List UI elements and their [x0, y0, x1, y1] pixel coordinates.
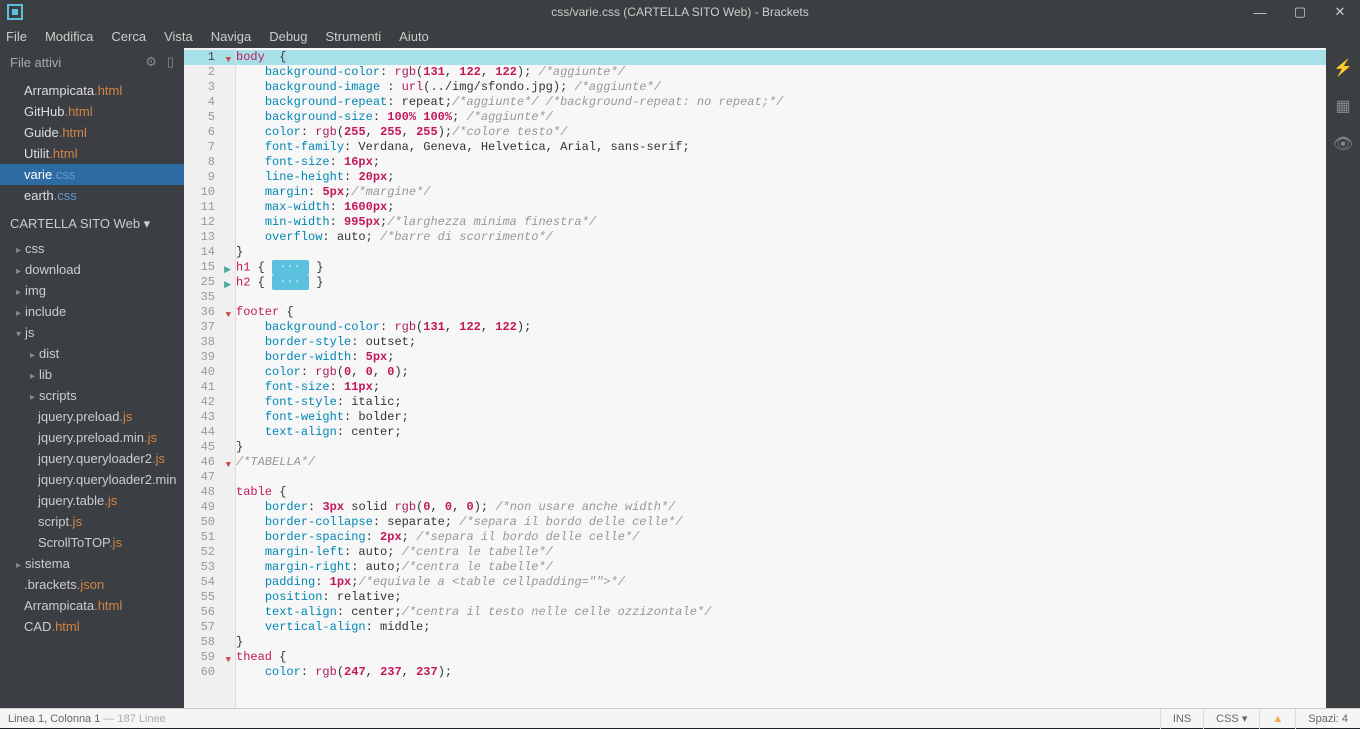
language-mode[interactable]: CSS ▾: [1203, 709, 1259, 729]
menu-cerca[interactable]: Cerca: [111, 29, 146, 44]
tree-file[interactable]: ScrollToTOP.js: [0, 532, 184, 553]
close-button[interactable]: ✕: [1320, 0, 1360, 24]
working-files-list: Arrampicata.htmlGitHub.htmlGuide.htmlUti…: [0, 76, 184, 210]
eye-icon[interactable]: 👁: [1333, 134, 1353, 154]
menu-strumenti[interactable]: Strumenti: [326, 29, 382, 44]
tree-file[interactable]: jquery.preload.min.js: [0, 427, 184, 448]
tree-file[interactable]: CAD.html: [0, 616, 184, 637]
menu-modifica[interactable]: Modifica: [45, 29, 93, 44]
menu-aiuto[interactable]: Aiuto: [399, 29, 429, 44]
project-tree: cssdownloadimgincludejsdistlibscriptsjqu…: [0, 238, 184, 708]
working-file-item[interactable]: earth.css: [0, 185, 184, 206]
app-logo-icon: [6, 3, 24, 21]
window-title: css/varie.css (CARTELLA SITO Web) - Brac…: [551, 5, 808, 19]
tree-file[interactable]: jquery.table.js: [0, 490, 184, 511]
project-title[interactable]: CARTELLA SITO Web ▾: [0, 210, 184, 238]
tree-folder[interactable]: dist: [0, 343, 184, 364]
gear-icon[interactable]: ⚙: [145, 54, 157, 70]
working-files-title: File attivi: [10, 55, 61, 70]
working-file-item[interactable]: Utilit.html: [0, 143, 184, 164]
menu-debug[interactable]: Debug: [269, 29, 307, 44]
working-file-item[interactable]: Guide.html: [0, 122, 184, 143]
tree-folder[interactable]: include: [0, 301, 184, 322]
tree-folder[interactable]: sistema: [0, 553, 184, 574]
extensions-icon[interactable]: ▦: [1335, 96, 1350, 116]
tree-file[interactable]: Arrampicata.html: [0, 595, 184, 616]
tree-folder[interactable]: download: [0, 259, 184, 280]
sidebar: File attivi ⚙ ▯ Arrampicata.htmlGitHub.h…: [0, 48, 184, 708]
editor[interactable]: 1▼23456789101112131415▶25▶3536▼373839404…: [184, 48, 1326, 708]
gutter: 1▼23456789101112131415▶25▶3536▼373839404…: [184, 48, 236, 708]
tree-folder[interactable]: scripts: [0, 385, 184, 406]
tree-folder[interactable]: css: [0, 238, 184, 259]
menubar: File Modifica Cerca Vista Naviga Debug S…: [0, 24, 1360, 48]
minimize-button[interactable]: —: [1240, 0, 1280, 24]
live-preview-icon[interactable]: ⚡: [1333, 58, 1353, 78]
tree-folder[interactable]: js: [0, 322, 184, 343]
menu-file[interactable]: File: [6, 29, 27, 44]
working-file-item[interactable]: Arrampicata.html: [0, 80, 184, 101]
code-area[interactable]: body { background-color: rgb(131, 122, 1…: [236, 48, 1326, 708]
cursor-position: Linea 1, Colonna 1 — 187 Linee: [0, 713, 166, 725]
tree-folder[interactable]: img: [0, 280, 184, 301]
split-icon[interactable]: ▯: [167, 54, 174, 70]
tree-file[interactable]: script.js: [0, 511, 184, 532]
working-files-header: File attivi ⚙ ▯: [0, 48, 184, 76]
insert-mode[interactable]: INS: [1160, 709, 1203, 729]
tree-file[interactable]: .brackets.json: [0, 574, 184, 595]
tree-folder[interactable]: lib: [0, 364, 184, 385]
menu-naviga[interactable]: Naviga: [211, 29, 251, 44]
maximize-button[interactable]: ▢: [1280, 0, 1320, 24]
titlebar: css/varie.css (CARTELLA SITO Web) - Brac…: [0, 0, 1360, 24]
menu-vista[interactable]: Vista: [164, 29, 193, 44]
statusbar: Linea 1, Colonna 1 — 187 Linee INS CSS ▾…: [0, 708, 1360, 728]
tree-file[interactable]: jquery.queryloader2.js: [0, 448, 184, 469]
working-file-item[interactable]: GitHub.html: [0, 101, 184, 122]
lint-status[interactable]: ▲: [1259, 709, 1295, 729]
working-file-item[interactable]: varie.css: [0, 164, 184, 185]
tree-file[interactable]: jquery.preload.js: [0, 406, 184, 427]
tree-file[interactable]: jquery.queryloader2.min: [0, 469, 184, 490]
indent-mode[interactable]: Spazi: 4: [1295, 709, 1360, 729]
right-toolbar: ⚡ ▦ 👁: [1326, 48, 1360, 708]
